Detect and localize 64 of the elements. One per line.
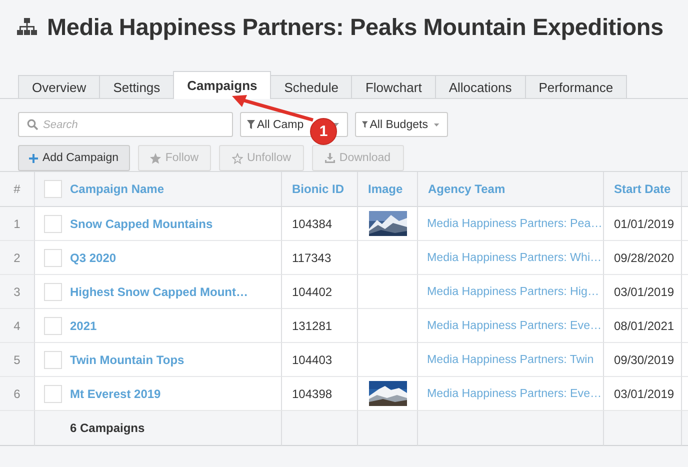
column-header[interactable]: Start Date: [614, 182, 671, 196]
table-cell: 104403: [292, 352, 332, 366]
agency-team-link[interactable]: Media Happiness Partners: Twin: [427, 353, 594, 366]
column-header[interactable]: #: [14, 182, 20, 196]
tab[interactable]: Allocations: [434, 75, 526, 98]
agency-team-link[interactable]: Media Happiness Partners: Eve…: [427, 387, 602, 400]
download-icon: [325, 153, 336, 163]
column-header[interactable]: Campaign Name: [70, 182, 164, 196]
tab[interactable]: Schedule: [270, 75, 352, 98]
campaign-link[interactable]: Twin Mountain Tops: [70, 352, 184, 366]
campaign-link[interactable]: Mt Everest 2019: [70, 386, 161, 400]
column-header[interactable]: Image: [368, 182, 403, 196]
plus-icon: [29, 154, 38, 162]
checkbox[interactable]: [44, 214, 62, 232]
row-number: 1: [14, 216, 20, 230]
table-cell: 117343: [292, 250, 332, 264]
tab[interactable]: Overview: [18, 75, 100, 98]
table-cell: 104384: [292, 216, 332, 230]
checkbox[interactable]: [44, 248, 62, 266]
tab[interactable]: Settings: [99, 75, 174, 98]
search-field[interactable]: Search: [18, 112, 233, 137]
campaign-link[interactable]: 2021: [70, 318, 97, 332]
row-number: 5: [14, 352, 20, 366]
table-cell: 09/30/2019: [614, 352, 674, 366]
table-cell: 104398: [292, 386, 332, 400]
tab[interactable]: Flowchart: [351, 75, 436, 98]
campaign-link[interactable]: Highest Snow Capped Mount…: [70, 284, 248, 298]
row-number: 2: [14, 250, 20, 264]
checkbox[interactable]: [44, 180, 62, 198]
org-chart-icon: [17, 18, 37, 36]
table-cell: 03/01/2019: [614, 284, 674, 298]
agency-team-link[interactable]: Media Happiness Partners: Hig…: [427, 285, 600, 298]
table-cell: 131281: [292, 318, 332, 332]
column-header[interactable]: Agency Team: [428, 182, 506, 196]
campaign-link[interactable]: Q3 2020: [70, 250, 116, 264]
row-number: 6: [14, 386, 20, 400]
tab[interactable]: Campaigns: [173, 71, 272, 99]
row-number: 3: [14, 284, 20, 298]
agency-team-link[interactable]: Media Happiness Partners: Pea…: [427, 217, 602, 230]
search-icon: [27, 119, 38, 130]
star-outline-icon: [232, 152, 243, 164]
add-button[interactable]: Add Campaign: [18, 145, 130, 171]
filter-dropdown[interactable]: All Budgets: [355, 112, 448, 137]
column-header[interactable]: Bionic ID: [292, 182, 344, 196]
page-title: Media Happiness Partners: Peaks Mountain Expeditions: [47, 14, 664, 40]
table-cell: 09/28/2020: [614, 250, 674, 264]
row-number: 4: [14, 318, 20, 332]
tab[interactable]: Performance: [524, 75, 628, 98]
agency-team-link[interactable]: Media Happiness Partners: Whi…: [427, 251, 602, 264]
table-cell: 08/01/2021: [614, 318, 674, 332]
table-cell: 104402: [292, 284, 332, 298]
checkbox[interactable]: [44, 384, 62, 402]
checkbox[interactable]: [44, 350, 62, 368]
checkbox[interactable]: [44, 316, 62, 334]
star-icon: [150, 152, 162, 164]
caret-icon: [434, 122, 439, 126]
filter-icon: [362, 120, 368, 129]
table-cell: 01/01/2019: [614, 216, 674, 230]
filter-icon: [247, 120, 255, 129]
campaign-count: 6 Campaigns: [69, 421, 145, 435]
table-cell: 03/01/2019: [614, 386, 674, 400]
agency-team-link[interactable]: Media Happiness Partners: Eve…: [427, 319, 602, 332]
checkbox[interactable]: [44, 282, 62, 300]
campaign-link[interactable]: Snow Capped Mountains: [70, 216, 213, 230]
